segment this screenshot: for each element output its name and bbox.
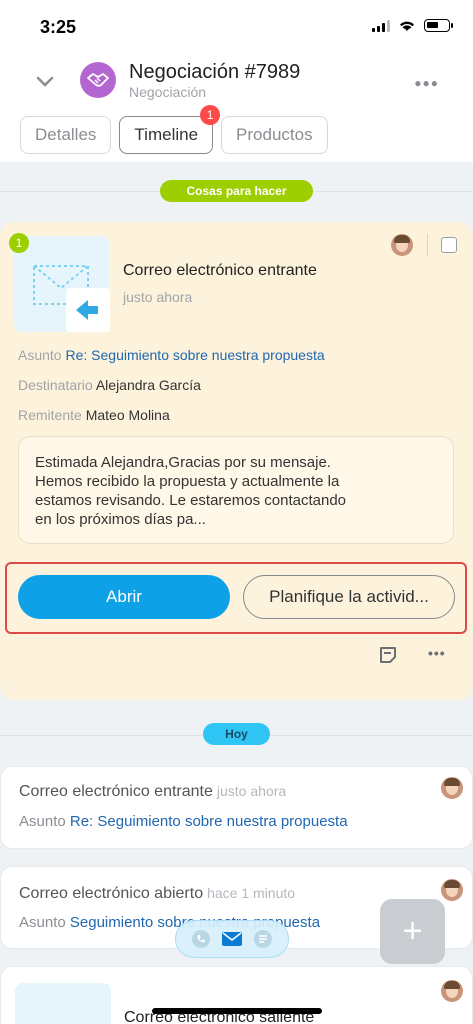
chevron-down-icon[interactable] bbox=[36, 72, 54, 90]
subject-link[interactable]: Re: Seguimiento sobre nuestra propuesta bbox=[65, 347, 324, 363]
avatar[interactable] bbox=[441, 980, 463, 1002]
history-time: justo ahora bbox=[216, 783, 287, 799]
more-icon[interactable]: ••• bbox=[428, 645, 446, 661]
home-indicator bbox=[152, 1008, 322, 1014]
recipient-field: Destinatario Alejandra García bbox=[18, 377, 201, 393]
history-card[interactable]: Correo electrónico saliente bbox=[0, 966, 473, 1024]
tab-detalles[interactable]: Detalles bbox=[20, 116, 112, 154]
message-preview[interactable]: Estimada Alejandra,Gracias por su mensaj… bbox=[18, 436, 454, 544]
recipient-value: Alejandra García bbox=[95, 377, 201, 393]
message-line: Hemos recibido la propuesta y actualment… bbox=[35, 473, 340, 490]
message-line: estamos revisando. Le estaremos contacta… bbox=[35, 492, 347, 509]
deal-header: Negociación #7989 Negociación ●●● Detall… bbox=[0, 50, 473, 162]
phone-icon[interactable] bbox=[192, 930, 210, 948]
battery-icon bbox=[424, 19, 450, 32]
avatar[interactable] bbox=[441, 777, 463, 799]
arrow-left-icon bbox=[76, 300, 98, 320]
status-time: 3:25 bbox=[40, 17, 77, 37]
open-button[interactable]: Abrir bbox=[18, 575, 230, 619]
plan-activity-button[interactable]: Planifique la activid... bbox=[243, 575, 455, 619]
tab-badge: 1 bbox=[200, 105, 221, 125]
avatar[interactable] bbox=[391, 234, 413, 256]
more-icon[interactable]: ●●● bbox=[414, 76, 439, 90]
add-button[interactable]: + bbox=[380, 899, 445, 964]
divider bbox=[427, 234, 428, 256]
tab-label: Productos bbox=[236, 125, 313, 144]
activity-thumbnail bbox=[15, 983, 111, 1024]
complete-checkbox[interactable] bbox=[441, 237, 457, 253]
page-title: Negociación #7989 bbox=[129, 61, 301, 83]
subject-label: Asunto bbox=[19, 813, 66, 830]
status-icons bbox=[372, 19, 453, 32]
tab-label: Timeline bbox=[134, 125, 199, 144]
activity-time: justo ahora bbox=[123, 289, 193, 305]
history-title: Correo electrónico entrante justo ahora bbox=[19, 783, 286, 801]
subject-label: Asunto bbox=[19, 914, 66, 931]
tab-productos[interactable]: Productos bbox=[221, 116, 328, 154]
tab-label: Detalles bbox=[35, 125, 97, 144]
handshake-icon bbox=[80, 62, 116, 98]
page-subtitle: Negociación bbox=[129, 84, 207, 100]
history-subject: Asunto Re: Seguimiento sobre nuestra pro… bbox=[19, 813, 348, 830]
activity-counter-badge: 1 bbox=[9, 233, 29, 253]
sender-value: Mateo Molina bbox=[85, 407, 170, 423]
recipient-label: Destinatario bbox=[18, 377, 93, 393]
section-pill-todo: Cosas para hacer bbox=[160, 180, 313, 202]
subject-label: Asunto bbox=[18, 347, 62, 363]
subject-link[interactable]: Re: Seguimiento sobre nuestra propuesta bbox=[70, 813, 348, 830]
subject-field: Asunto Re: Seguimiento sobre nuestra pro… bbox=[18, 347, 325, 363]
avatar[interactable] bbox=[441, 879, 463, 901]
communication-bar bbox=[175, 920, 289, 958]
plus-icon: + bbox=[402, 912, 423, 950]
sender-field: Remitente Mateo Molina bbox=[18, 407, 170, 423]
status-bar: 3:25 bbox=[0, 0, 473, 50]
wifi-icon bbox=[400, 21, 414, 31]
history-card[interactable]: Correo electrónico entrante justo ahora A… bbox=[0, 766, 473, 849]
tab-timeline[interactable]: Timeline 1 bbox=[119, 105, 221, 154]
message-line: en los próximos días pa... bbox=[35, 511, 206, 528]
section-pill-today: Hoy bbox=[203, 723, 270, 745]
arrow-box bbox=[66, 288, 110, 332]
mail-icon[interactable] bbox=[222, 932, 242, 946]
history-time: hace 1 minuto bbox=[207, 885, 296, 901]
chat-icon[interactable] bbox=[254, 930, 272, 948]
note-icon[interactable] bbox=[378, 645, 398, 665]
activity-thumbnail bbox=[14, 236, 110, 332]
history-title-text: Correo electrónico entrante bbox=[19, 783, 213, 800]
signal-icon bbox=[372, 19, 390, 32]
activity-title: Correo electrónico entrante bbox=[123, 262, 317, 279]
activity-card: 1 Correo electrónico entrante justo ahor… bbox=[0, 222, 473, 700]
history-title-text: Correo electrónico abierto bbox=[19, 885, 204, 902]
sender-label: Remitente bbox=[18, 407, 82, 423]
tab-bar: Detalles Timeline 1 Productos bbox=[20, 105, 328, 154]
message-line: Estimada Alejandra,Gracias por su mensaj… bbox=[35, 454, 331, 471]
history-title: Correo electrónico abierto hace 1 minuto bbox=[19, 885, 295, 903]
